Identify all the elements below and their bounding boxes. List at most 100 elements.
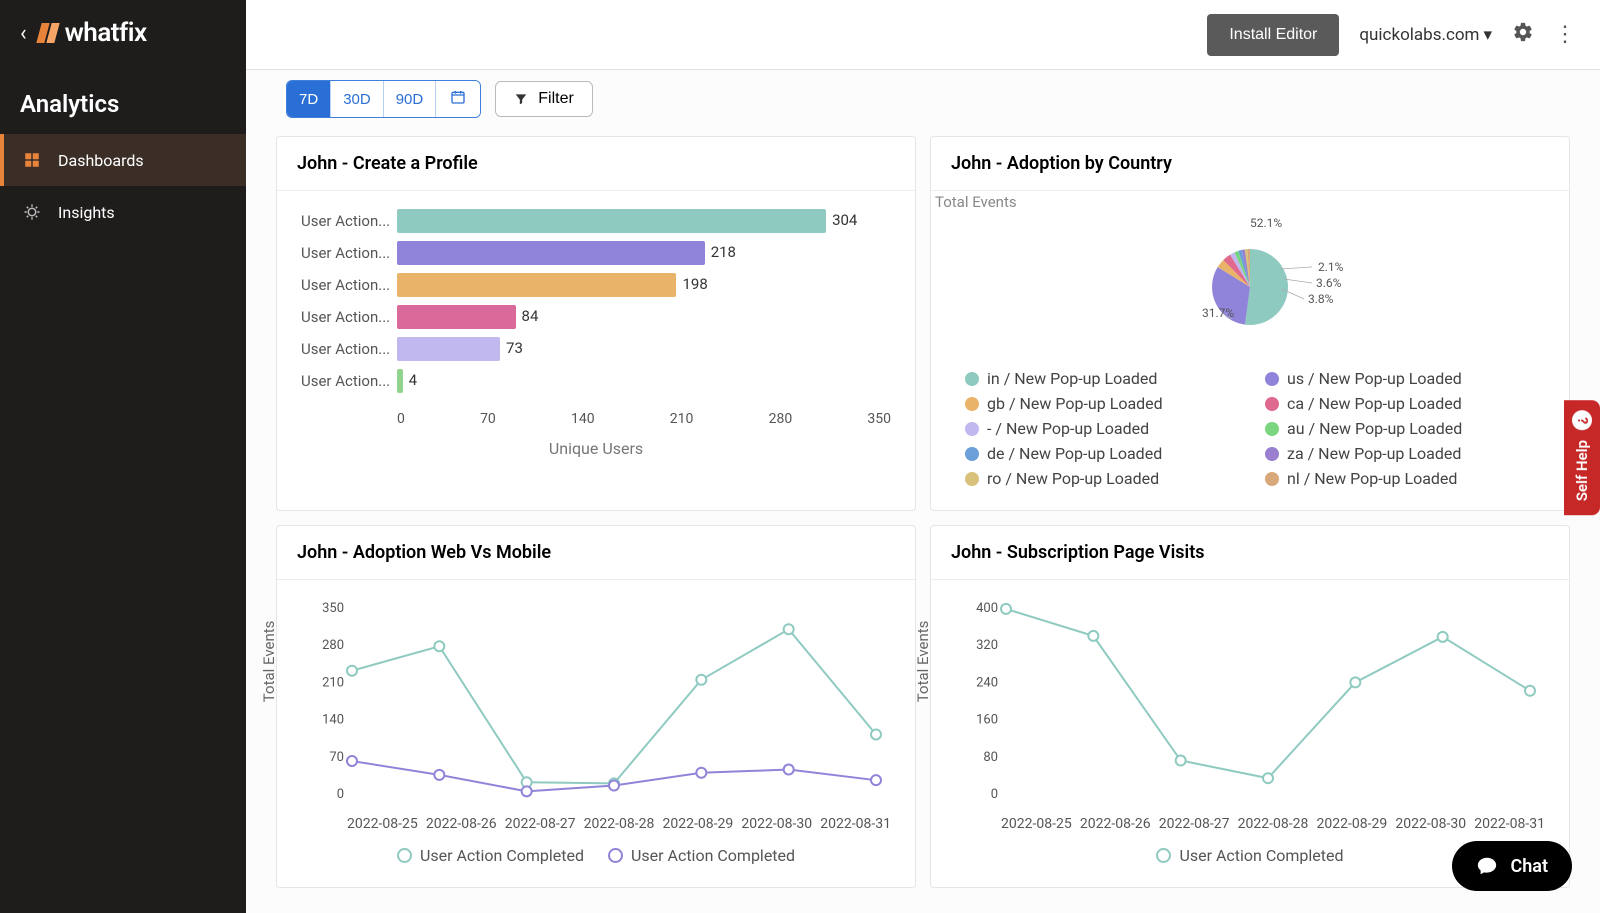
install-editor-button[interactable]: Install Editor <box>1207 14 1339 56</box>
calendar-button[interactable] <box>436 81 480 117</box>
legend-label: de / New Pop-up Loaded <box>987 444 1162 463</box>
legend-item: de / New Pop-up Loaded <box>965 444 1235 463</box>
data-point <box>1176 756 1186 766</box>
pie-label: 52.1% <box>1250 216 1282 230</box>
bar-fill <box>397 337 500 361</box>
legend-item: ca / New Pop-up Loaded <box>1265 394 1535 413</box>
x-tick: 2022-08-28 <box>584 816 655 832</box>
chat-button[interactable]: Chat <box>1452 841 1572 891</box>
legend-label: gb / New Pop-up Loaded <box>987 394 1163 413</box>
legend-label: au / New Pop-up Loaded <box>1287 419 1462 438</box>
bar-fill <box>397 273 676 297</box>
card-title: John - Subscription Page Visits <box>931 526 1569 580</box>
tick: 280 <box>769 411 793 427</box>
legend-item: - / New Pop-up Loaded <box>965 419 1235 438</box>
x-tick: 2022-08-29 <box>1317 816 1388 832</box>
pie-legend: in / New Pop-up Loaded us / New Pop-up Lo… <box>955 369 1545 488</box>
legend-label: za / New Pop-up Loaded <box>1287 444 1461 463</box>
legend-dot <box>965 472 979 486</box>
y-tick: 0 <box>337 787 344 802</box>
gear-icon[interactable] <box>1512 21 1534 49</box>
filter-button[interactable]: Filter <box>495 81 593 117</box>
more-vertical-icon[interactable]: ⋮ <box>1554 22 1576 47</box>
bar-fill <box>397 209 826 233</box>
legend-dot <box>965 447 979 461</box>
card-country: John - Adoption by Country Total Events … <box>930 136 1570 511</box>
self-help-tab[interactable]: Self Help ? <box>1564 400 1600 515</box>
y-tick: 400 <box>976 601 998 616</box>
x-tick: 2022-08-31 <box>820 816 891 832</box>
bar-row: User Action...198 <box>301 273 891 297</box>
legend-dot <box>1265 397 1279 411</box>
legend-item: User Action Completed <box>1156 846 1343 865</box>
y-tick: 70 <box>329 750 344 765</box>
caret-down-icon: ▾ <box>1483 25 1492 45</box>
y-tick: 320 <box>976 638 998 653</box>
card-title: John - Adoption Web Vs Mobile <box>277 526 915 580</box>
bar-value: 4 <box>409 371 417 389</box>
question-icon: ? <box>1572 410 1592 430</box>
line-svg: 080160240320400 <box>955 598 1545 808</box>
dashboard-grid: John - Create a Profile User Action...30… <box>276 136 1570 888</box>
calendar-icon <box>450 89 466 105</box>
sidebar-item-insights[interactable]: Insights <box>0 186 246 238</box>
pie-slice <box>1245 249 1288 325</box>
legend-ring-icon <box>608 848 623 863</box>
bar-row: User Action...304 <box>301 209 891 233</box>
range-30d[interactable]: 30D <box>331 81 384 117</box>
legend-label: User Action Completed <box>1179 846 1343 865</box>
data-point <box>1525 686 1535 696</box>
x-tick: 2022-08-31 <box>1474 816 1545 832</box>
content-area: 7D30D90D Filter John - Create a Profile … <box>246 70 1600 913</box>
y-tick: 140 <box>322 713 344 728</box>
range-7d[interactable]: 7D <box>287 81 331 117</box>
legend-item: za / New Pop-up Loaded <box>1265 444 1535 463</box>
x-tick: 2022-08-30 <box>1395 816 1466 832</box>
y-tick: 80 <box>983 750 998 765</box>
nav-label: Insights <box>58 203 115 222</box>
x-axis: 2022-08-252022-08-262022-08-272022-08-28… <box>301 816 891 832</box>
data-point <box>784 624 794 634</box>
back-chevron-icon[interactable]: ‹ <box>20 21 27 46</box>
pie-label: 2.1% <box>1318 260 1344 274</box>
y-tick: 350 <box>322 601 344 616</box>
card-title: John - Create a Profile <box>277 137 915 191</box>
sidebar: ‹ whatfix Analytics DashboardsInsights <box>0 0 246 913</box>
logo-row: ‹ whatfix <box>0 0 246 66</box>
legend-dot <box>1265 372 1279 386</box>
legend-label: - / New Pop-up Loaded <box>987 419 1149 438</box>
legend-dot <box>965 372 979 386</box>
data-point <box>1088 631 1098 641</box>
tick: 350 <box>867 411 891 427</box>
x-tick: 2022-08-26 <box>1080 816 1151 832</box>
account-dropdown[interactable]: quickolabs.com ▾ <box>1359 25 1492 45</box>
legend-label: nl / New Pop-up Loaded <box>1287 469 1457 488</box>
bar-track: 218 <box>397 241 891 265</box>
legend-item: in / New Pop-up Loaded <box>965 369 1235 388</box>
pie-label: 3.8% <box>1308 292 1334 306</box>
filter-label: Filter <box>538 90 574 108</box>
account-label: quickolabs.com <box>1359 25 1479 45</box>
legend-item: us / New Pop-up Loaded <box>1265 369 1535 388</box>
legend-ring-icon <box>397 848 412 863</box>
bar-track: 4 <box>397 369 891 393</box>
date-range-group: 7D30D90D <box>286 80 481 118</box>
brand-name: whatfix <box>65 18 147 48</box>
bar-label: User Action... <box>301 372 397 390</box>
pie-chart: Total Events 52.1%2.1%3.6%3.8%31.7% in /… <box>931 191 1569 510</box>
data-point <box>696 675 706 685</box>
bar-label: User Action... <box>301 212 397 230</box>
brand-logo: whatfix <box>39 18 147 48</box>
data-point <box>1438 632 1448 642</box>
logo-bars-icon <box>39 23 57 43</box>
bar-label: User Action... <box>301 244 397 262</box>
legend-dot <box>1265 447 1279 461</box>
range-90d[interactable]: 90D <box>384 81 437 117</box>
y-tick: 280 <box>322 638 344 653</box>
topbar: Install Editor quickolabs.com ▾ ⋮ <box>246 0 1600 70</box>
sidebar-item-dashboards[interactable]: Dashboards <box>0 134 246 186</box>
data-point <box>696 768 706 778</box>
data-point <box>347 666 357 676</box>
legend-dot <box>1265 422 1279 436</box>
x-tick: 2022-08-29 <box>663 816 734 832</box>
